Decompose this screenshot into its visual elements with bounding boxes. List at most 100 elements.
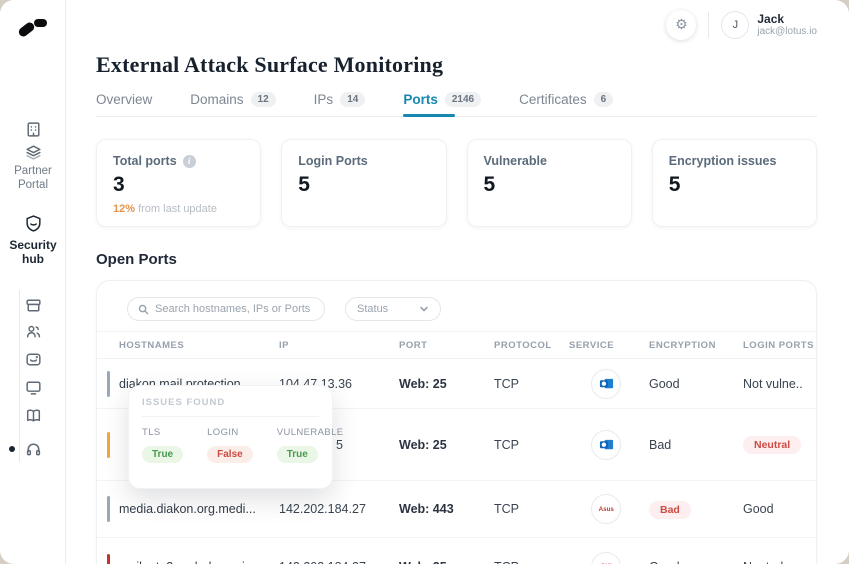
cell-hostname: mailgate2.preludeservi.... — [119, 560, 279, 564]
outlook-icon — [599, 378, 613, 389]
search-field[interactable] — [127, 297, 325, 321]
app-window: Partner Portal Security hub ⚙ J Jack jac… — [0, 0, 849, 564]
sidebar-item-organization[interactable] — [0, 120, 66, 139]
tooltip-title: ISSUES FOUND — [142, 397, 226, 408]
row-status-accent — [107, 431, 110, 458]
login-status-badge: False — [207, 446, 253, 463]
cell-protocol: TCP — [494, 502, 519, 516]
table-row[interactable]: mailgate2.preludeservi.... 142.202.184.2… — [97, 537, 816, 564]
cell-port: Web: 25 — [399, 437, 447, 452]
col-hostnames[interactable]: HOSTNAMES — [119, 340, 279, 351]
cell-protocol: TCP — [494, 437, 519, 452]
delta-percent: 12% — [113, 203, 136, 215]
issues-found-tooltip: ISSUES FOUND TLS True LOGIN False VULNER… — [128, 385, 343, 489]
sidebar-item-inventory[interactable] — [0, 296, 66, 315]
col-login-ports[interactable]: LOGIN PORTS — [743, 340, 816, 351]
page-title: External Attack Surface Monitoring — [96, 52, 444, 77]
section-title-open-ports: Open Ports — [96, 251, 177, 268]
building-icon — [26, 122, 40, 137]
sidebar-item-security-hub[interactable] — [0, 214, 66, 233]
delta-suffix: from last update — [135, 203, 217, 215]
notification-dot — [9, 446, 15, 452]
settings-button[interactable]: ⚙ — [666, 10, 697, 40]
headset-icon — [26, 443, 40, 456]
archive-box-icon — [25, 299, 41, 312]
stat-card-total-ports: Total ports i 3 12% from last update — [96, 139, 262, 227]
main-content: ⚙ J Jack jack@lotus.io External Attack S… — [66, 0, 849, 564]
sidebar-item-scans[interactable] — [0, 350, 66, 369]
cell-encryption: Good — [649, 560, 743, 564]
outlook-icon — [599, 439, 613, 450]
stat-value: 5 — [298, 173, 310, 196]
sidebar-label-security-hub[interactable]: Security hub — [0, 238, 66, 266]
user-name: Jack — [757, 12, 785, 26]
table-header-row: HOSTNAMES IP PORT PROTOCOL SERVICE ENCRY… — [97, 331, 816, 359]
stat-value: 3 — [113, 173, 125, 196]
col-encryption[interactable]: ENCRYPTION — [649, 340, 743, 351]
cell-ip: 142.202.184.27 — [279, 560, 399, 564]
cell-port: Web: 25 — [399, 376, 447, 391]
stat-cards: Total ports i 3 12% from last update Log… — [96, 139, 817, 227]
table-toolbar: Status — [97, 281, 816, 321]
row-status-accent — [107, 370, 110, 397]
user-menu[interactable]: J Jack jack@lotus.io — [721, 11, 817, 39]
topbar-divider — [708, 12, 710, 38]
tooltip-item-login: LOGIN False — [207, 427, 253, 463]
shield-icon — [25, 215, 41, 232]
cell-encryption: Bad — [649, 437, 672, 452]
asus-service-icon: Asus — [591, 494, 621, 524]
cell-hostname: media.diakon.org.medi... — [119, 502, 256, 516]
status-filter-dropdown[interactable]: Status — [345, 297, 441, 321]
sidebar-item-devices[interactable] — [0, 378, 66, 397]
tab-certificates[interactable]: Certificates 6 — [519, 92, 614, 116]
tooltip-item-vulnerable: VULNERABLE True — [276, 427, 344, 463]
info-icon[interactable]: i — [182, 154, 196, 168]
cell-login-ports-badge: Neutral — [743, 436, 802, 454]
tooltip-item-tls: TLS True — [142, 427, 184, 463]
stat-card-encryption-issues: Encryption issues 5 — [651, 139, 817, 227]
row-status-accent — [107, 496, 110, 522]
cell-protocol: TCP — [494, 376, 519, 391]
col-service[interactable]: SERVICE — [569, 340, 649, 351]
outlook-service-icon — [591, 429, 621, 460]
sidebar-label-partner-portal[interactable]: Partner Portal — [0, 164, 66, 192]
logo-mark — [34, 19, 47, 27]
top-bar: ⚙ J Jack jack@lotus.io — [96, 0, 817, 50]
tab-badge: 2146 — [444, 92, 482, 107]
sidebar-item-users[interactable] — [0, 322, 66, 341]
cell-login-ports: Neutral — [743, 560, 816, 564]
sidebar-item-docs[interactable] — [0, 406, 66, 425]
sidebar: Partner Portal Security hub — [0, 0, 66, 564]
col-protocol[interactable]: PROTOCOL — [494, 340, 569, 351]
tab-ips[interactable]: IPs 14 — [314, 92, 366, 116]
cell-port: Web: 443 — [399, 502, 454, 516]
tab-overview[interactable]: Overview — [96, 92, 152, 116]
cell-encryption-badge: Bad — [649, 500, 691, 519]
cell-ip: 142.202.184.27 — [279, 502, 366, 516]
col-ip[interactable]: IP — [279, 340, 399, 351]
oki-service-icon: OKI — [591, 551, 621, 564]
monitor-icon — [25, 381, 41, 395]
tooltip-divider — [142, 416, 319, 417]
gear-icon: ⚙ — [675, 17, 688, 33]
row-status-accent — [107, 553, 110, 564]
asus-logo-icon: Asus — [598, 505, 614, 513]
user-email: jack@lotus.io — [757, 26, 817, 37]
tls-status-badge: True — [142, 446, 184, 463]
search-input[interactable] — [155, 303, 314, 315]
chevron-down-icon — [420, 306, 428, 312]
sidebar-subnav-line — [19, 290, 20, 462]
sidebar-item-partner-portal[interactable] — [0, 142, 66, 161]
camera-icon — [25, 353, 41, 366]
tab-badge: 12 — [250, 92, 276, 107]
avatar: J — [721, 11, 750, 39]
stat-value: 5 — [668, 173, 681, 196]
tab-badge: 14 — [340, 92, 366, 107]
cell-protocol: TCP — [494, 560, 569, 564]
tab-domains[interactable]: Domains 12 — [190, 92, 276, 116]
cell-login-ports: Not vulne.. — [743, 376, 803, 391]
outlook-service-icon — [591, 368, 621, 399]
tab-ports[interactable]: Ports 2146 — [403, 92, 482, 117]
brand-logo[interactable] — [17, 16, 50, 42]
col-port[interactable]: PORT — [399, 340, 494, 351]
